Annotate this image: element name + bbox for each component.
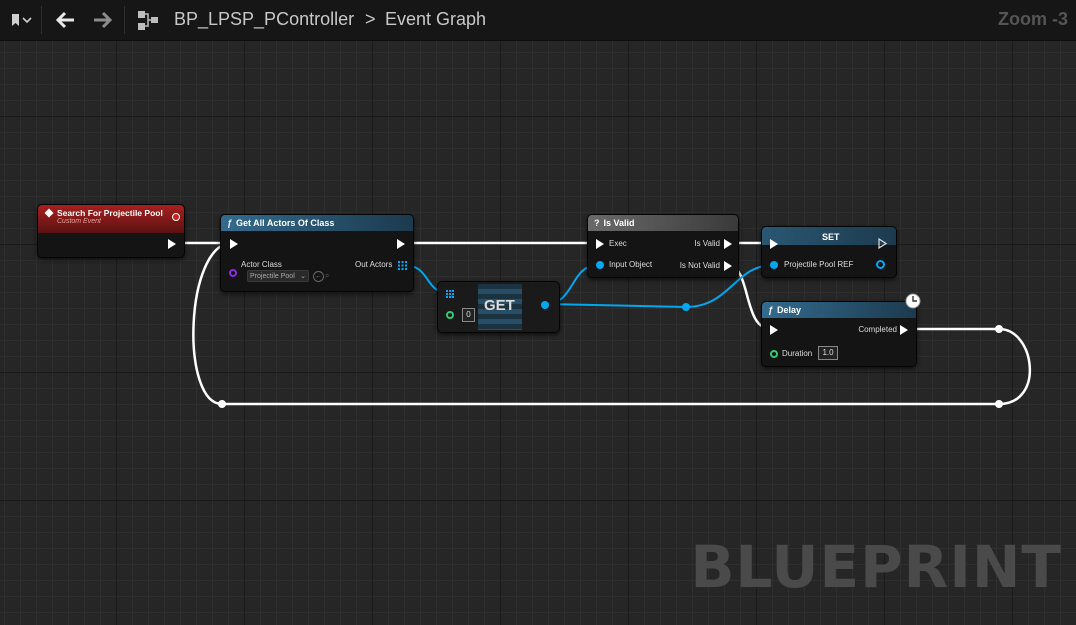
array-get-node[interactable]: GET 0 xyxy=(437,281,560,333)
exec-in-pin[interactable] xyxy=(770,239,778,249)
exec-out-pin[interactable] xyxy=(878,238,887,249)
custom-event-subtitle: Custom Event xyxy=(57,218,101,225)
event-diamond-icon xyxy=(44,208,54,218)
is-valid-node[interactable]: ? Is Valid Exec Is Valid Input Object Is… xyxy=(587,214,739,278)
is-valid-exec-pin[interactable] xyxy=(724,239,732,249)
output-item-pin[interactable] xyxy=(541,301,549,309)
input-object-pin[interactable] xyxy=(596,261,604,269)
projectile-pool-ref-out-pin[interactable] xyxy=(876,260,885,269)
duration-field[interactable]: 1.0 xyxy=(818,346,838,360)
delegate-pin-icon[interactable] xyxy=(172,213,180,221)
duration-label: Duration xyxy=(782,349,813,358)
chevron-down-icon: ⌄ xyxy=(300,273,306,280)
get-node-title: GET xyxy=(484,297,515,314)
completed-exec-pin[interactable] xyxy=(900,325,908,335)
function-icon: ƒ xyxy=(768,305,774,315)
search-icon[interactable]: ⌕ xyxy=(325,271,334,280)
exec-label: Exec xyxy=(609,239,627,248)
duration-pin[interactable] xyxy=(770,350,778,358)
actor-class-pin[interactable] xyxy=(229,269,237,277)
index-field[interactable]: 0 xyxy=(462,308,475,322)
get-all-actors-node[interactable]: ƒ Get All Actors Of Class Actor Class Pr… xyxy=(220,214,414,292)
function-icon: ƒ xyxy=(227,218,233,228)
is-valid-title: Is Valid xyxy=(603,218,635,228)
custom-event-node[interactable]: Search For Projectile Pool Custom Event xyxy=(37,204,185,258)
projectile-pool-ref-label: Projectile Pool REF xyxy=(784,260,854,269)
projectile-pool-ref-in-pin[interactable] xyxy=(770,261,778,269)
is-not-valid-label: Is Not Valid xyxy=(679,261,720,270)
set-node-title: SET xyxy=(822,232,840,242)
exec-in-pin[interactable] xyxy=(230,239,238,249)
input-object-label: Input Object xyxy=(609,260,653,269)
browse-icon[interactable]: ← xyxy=(313,271,324,282)
set-variable-node[interactable]: SET Projectile Pool REF xyxy=(761,226,897,278)
exec-out-pin[interactable] xyxy=(397,239,405,249)
actor-class-value: Projectile Pool xyxy=(250,272,295,280)
is-valid-label: Is Valid xyxy=(694,239,720,248)
exec-in-pin[interactable] xyxy=(770,325,778,335)
blueprint-watermark: BLUEPRINT xyxy=(690,533,1062,601)
custom-event-title: Search For Projectile Pool xyxy=(57,208,163,218)
delay-node[interactable]: ƒ Delay Completed Duration 1.0 xyxy=(761,301,917,367)
out-actors-label: Out Actors xyxy=(355,260,393,269)
question-icon: ? xyxy=(594,218,600,228)
exec-in-pin[interactable] xyxy=(596,239,604,249)
actor-class-dropdown[interactable]: Projectile Pool ⌄ xyxy=(247,270,309,282)
is-not-valid-exec-pin[interactable] xyxy=(724,261,732,271)
exec-out-pin[interactable] xyxy=(168,239,176,249)
array-in-pin[interactable] xyxy=(446,290,454,298)
actor-class-label: Actor Class xyxy=(241,260,282,269)
completed-label: Completed xyxy=(858,325,897,334)
delay-title: Delay xyxy=(777,305,802,315)
get-all-actors-title: Get All Actors Of Class xyxy=(236,218,335,228)
index-pin[interactable] xyxy=(446,311,454,319)
array-pin-icon[interactable] xyxy=(398,261,407,270)
clock-icon xyxy=(905,293,921,309)
